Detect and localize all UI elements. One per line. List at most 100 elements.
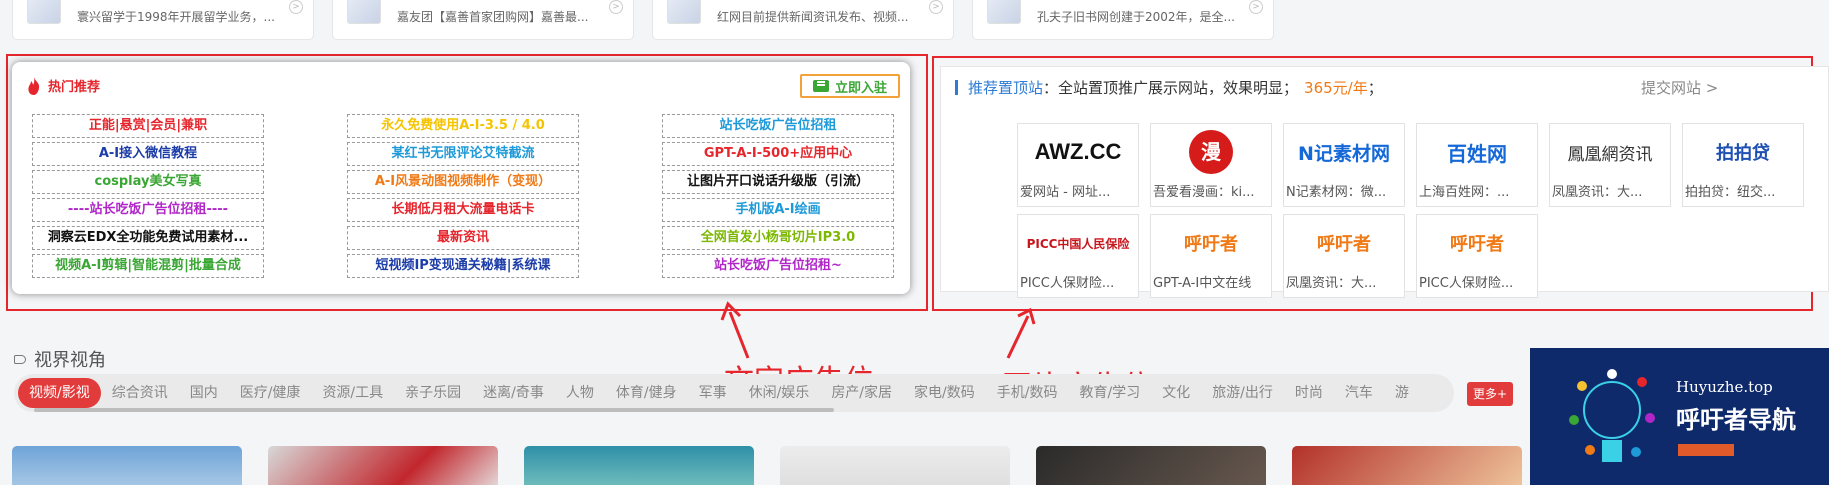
section-title-text: 视界视角 xyxy=(34,350,106,371)
video-thumbnail[interactable] xyxy=(780,446,1010,485)
site-logo-card[interactable]: AWZ.CC 爱网站 - 网址... xyxy=(1017,123,1139,207)
site-thumbnail xyxy=(667,0,701,24)
site-logo-text: PICC中国人民保险 xyxy=(1026,236,1130,251)
chevron-right-icon[interactable]: > xyxy=(929,0,943,14)
hot-link[interactable]: A-I风景动图视频制作（变现） xyxy=(347,170,579,194)
category-tab[interactable]: 国内 xyxy=(179,378,229,408)
hot-link[interactable]: 正能|悬赏|会员|兼职 xyxy=(32,114,264,138)
category-tab[interactable]: 亲子乐园 xyxy=(394,378,472,408)
category-tab[interactable]: 家电/数码 xyxy=(903,378,986,408)
site-logo-card[interactable]: 拍拍贷 拍拍贷：纽交... xyxy=(1682,123,1804,207)
site-logo-card[interactable]: 呼吁者 GPT-A-I中文在线 xyxy=(1150,214,1272,298)
category-tab[interactable]: 旅游/出行 xyxy=(1201,378,1284,408)
video-thumbnail[interactable] xyxy=(1036,446,1266,485)
hot-link[interactable]: 洞察云EDX全功能免费试用素材... xyxy=(32,226,264,250)
category-tab[interactable]: 手机/数码 xyxy=(986,378,1069,408)
category-tab[interactable]: 时尚 xyxy=(1284,378,1334,408)
video-thumbnail[interactable] xyxy=(1292,446,1522,485)
hot-link[interactable]: 短视频IP变现通关秘籍|系统课 xyxy=(347,254,579,278)
hot-link[interactable]: 全网首发小杨哥切片IP3.0 xyxy=(662,226,894,250)
site-logo-text: 呼吁者 xyxy=(1317,234,1371,255)
video-thumbnail[interactable] xyxy=(524,446,754,485)
top-card[interactable]: 孔夫子旧书网创建于2002年，是全... > xyxy=(972,0,1274,40)
hot-link[interactable]: 站长吃饭广告位招租~ xyxy=(662,254,894,278)
hot-link[interactable]: GPT-A-I-500+应用中心 xyxy=(662,142,894,166)
site-logo: PICC中国人民保险 xyxy=(1018,215,1138,271)
site-logo: N记素材网 xyxy=(1284,124,1404,180)
hot-link[interactable]: 最新资讯 xyxy=(347,226,579,250)
recommend-header: 推荐置顶站 ：全站置顶推广展示网站，效果明显； 365元/年 ； xyxy=(955,77,1383,98)
hot-recommend-title: 热门推荐 xyxy=(48,80,101,95)
site-logo: 呼吁者 xyxy=(1417,215,1537,271)
hot-link[interactable]: cosplay美女写真 xyxy=(32,170,264,194)
hot-link[interactable]: 站长吃饭广告位招租 xyxy=(662,114,894,138)
category-tab[interactable]: 资源/工具 xyxy=(311,378,394,408)
join-now-button[interactable]: 立即入驻 xyxy=(800,74,900,98)
site-logo-text: 鳳凰網资讯 xyxy=(1567,144,1653,165)
site-logo-card[interactable]: 呼吁者凤凰资讯：大... xyxy=(1283,214,1405,298)
hot-link[interactable]: 让图片开口说话升级版（引流） xyxy=(662,170,894,194)
chevron-right-icon[interactable]: > xyxy=(609,0,623,14)
category-tab[interactable]: 视频/影视 xyxy=(18,378,101,408)
site-logo-text: N记素材网 xyxy=(1298,142,1390,165)
site-logo: 百姓网 xyxy=(1417,124,1537,180)
top-card[interactable]: 红网目前提供新闻资讯发布、视频... > xyxy=(652,0,954,40)
top-card[interactable]: 寰兴留学于1998年开展留学业务，... > xyxy=(12,0,314,40)
site-logo-card[interactable]: PICC中国人民保险 PICC人保财险... xyxy=(1017,214,1139,298)
recommend-title[interactable]: 推荐置顶站 xyxy=(968,77,1043,98)
video-thumbnail[interactable] xyxy=(268,446,498,485)
top-card-desc: 嘉友团【嘉善首家团购网】嘉善最... xyxy=(397,10,589,24)
hot-link[interactable]: 视频A-I剪辑|智能混剪|批量合成 xyxy=(32,254,264,278)
site-logo: 拍拍贷 xyxy=(1683,124,1803,180)
category-tab[interactable]: 医疗/健康 xyxy=(229,378,312,408)
hot-recommend-panel: 热门推荐 立即入驻 正能|悬赏|会员|兼职 永久免费使用A-I-3.5 / 4.0… xyxy=(12,62,910,294)
recommend-desc: ：全站置顶推广展示网站，效果明显； xyxy=(1043,79,1299,97)
site-logo-card[interactable]: 漫吾爱看漫画：ki... xyxy=(1150,123,1272,207)
category-tab[interactable]: 文化 xyxy=(1151,378,1201,408)
site-logo-caption: 上海百姓网：... xyxy=(1419,185,1510,200)
image-ad-arrow-icon xyxy=(1006,307,1036,359)
category-tab[interactable]: 休闲/娱乐 xyxy=(738,378,821,408)
hot-link[interactable]: ----站长吃饭广告位招租---- xyxy=(32,198,264,222)
submit-site-link[interactable]: 提交网站 > xyxy=(1641,77,1718,98)
banner-name: 呼吁者导航 xyxy=(1676,406,1796,434)
site-logo: 呼吁者 xyxy=(1151,215,1271,271)
top-card[interactable]: 嘉友团【嘉善首家团购网】嘉善最... > xyxy=(332,0,634,40)
category-tab[interactable]: 游 xyxy=(1384,378,1420,408)
hot-link[interactable]: A-I接入微信教程 xyxy=(32,142,264,166)
category-tab[interactable]: 迷离/奇事 xyxy=(472,378,555,408)
site-logo-caption: 凤凰资讯：大... xyxy=(1286,276,1377,291)
category-tab[interactable]: 军事 xyxy=(688,378,738,408)
more-button[interactable]: 更多+ xyxy=(1467,382,1513,406)
category-tab[interactable]: 人物 xyxy=(555,378,605,408)
site-logo-card[interactable]: N记素材网 N记素材网：微... xyxy=(1283,123,1405,207)
site-logo-card[interactable]: 鳳凰網资讯 凤凰资讯：大... xyxy=(1549,123,1671,207)
recommend-price: 365元/年 xyxy=(1304,79,1368,97)
category-tabs: 视频/影视 综合资讯 国内 医疗/健康 资源/工具 亲子乐园 迷离/奇事 人物 体育/健身 军事休… xyxy=(18,378,1420,408)
image-ad-panel: 推荐置顶站 ：全站置顶推广展示网站，效果明显； 365元/年 ； 提交网站 > … xyxy=(940,66,1829,298)
site-logo-caption: GPT-A-I中文在线 xyxy=(1153,276,1252,291)
site-logo: AWZ.CC xyxy=(1018,124,1138,180)
top-card-desc: 红网目前提供新闻资讯发布、视频... xyxy=(717,10,909,24)
category-tab[interactable]: 汽车 xyxy=(1334,378,1384,408)
hot-link[interactable]: 手机版A-I绘画 xyxy=(662,198,894,222)
banner-button[interactable] xyxy=(1678,444,1734,456)
site-logo-card[interactable]: 呼吁者 PICC人保财险... xyxy=(1416,214,1538,298)
category-tabs-bar: 视频/影视 综合资讯 国内 医疗/健康 资源/工具 亲子乐园 迷离/奇事 人物 体育/健身 军事休… xyxy=(14,374,1454,412)
tabs-scrollbar[interactable] xyxy=(34,408,834,412)
category-tab[interactable]: 教育/学习 xyxy=(1068,378,1151,408)
site-logo-card[interactable]: 百姓网上海百姓网：... xyxy=(1416,123,1538,207)
hot-link[interactable]: 长期低月租大流量电话卡 xyxy=(347,198,579,222)
banner-site: Huyuzhe.top xyxy=(1676,378,1773,396)
video-thumbnails xyxy=(12,446,1522,485)
site-logo-caption: PICC人保财险... xyxy=(1419,276,1514,291)
category-tab[interactable]: 体育/健身 xyxy=(605,378,688,408)
hot-link[interactable]: 永久免费使用A-I-3.5 / 4.0 xyxy=(347,114,579,138)
chevron-right-icon[interactable]: > xyxy=(289,0,303,14)
video-thumbnail[interactable] xyxy=(12,446,242,485)
category-tab[interactable]: 房产/家居 xyxy=(820,378,903,408)
chevron-right-icon[interactable]: > xyxy=(1249,0,1263,14)
hot-link[interactable]: 某红书无限评论艾特截流 xyxy=(347,142,579,166)
navigation-banner-ad[interactable]: Huyuzhe.top 呼吁者导航 xyxy=(1530,348,1829,485)
category-tab[interactable]: 综合资讯 xyxy=(101,378,179,408)
